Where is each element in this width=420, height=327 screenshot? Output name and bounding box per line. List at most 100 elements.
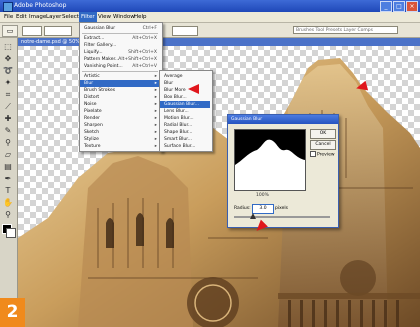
current-tool-icon[interactable]: ▭ (2, 25, 18, 37)
submenu-arrow-icon: ▸ (154, 95, 157, 100)
submenu-item[interactable]: Radial Blur... (160, 122, 210, 129)
submenu-arrow-icon: ▸ (154, 116, 157, 121)
menu-item-shortcut: Alt+Shift+Ctrl+X (118, 57, 157, 62)
minimize-button[interactable]: _ (380, 1, 392, 12)
menu-item[interactable]: Pixelate ▸ (80, 108, 160, 115)
menu-item[interactable]: Render ▸ (80, 115, 160, 122)
menu-item-label: Texture (84, 144, 101, 149)
tool-option-a[interactable] (22, 26, 42, 36)
menu-item[interactable]: Gaussian Blur Ctrl+F (80, 25, 160, 32)
submenu-item[interactable]: Shape Blur... (160, 129, 210, 136)
gaussian-blur-dialog: Gaussian Blur OK Cancel Preview 100% Rad… (227, 114, 339, 228)
submenu-item[interactable]: Lens Blur... (160, 108, 210, 115)
menu-item[interactable]: Filter Gallery... (80, 42, 160, 49)
submenu-arrow-icon: ▸ (154, 81, 157, 86)
ok-button[interactable]: OK (310, 129, 336, 139)
hand-tool-icon[interactable]: ✋ (2, 198, 14, 208)
gradient-tool-icon[interactable]: ▤ (2, 162, 14, 172)
submenu-item[interactable]: Blur (160, 80, 210, 87)
close-button[interactable]: × (406, 1, 418, 12)
menu-item[interactable]: Sketch ▸ (80, 129, 160, 136)
menu-item[interactable]: Noise ▸ (80, 101, 160, 108)
zoom-tool-icon[interactable]: ⚲ (2, 210, 14, 220)
menu-bar: File Edit Image Layer Select Filter View… (0, 12, 420, 23)
maximize-button[interactable]: □ (393, 1, 405, 12)
menu-item-label: Pattern Maker... (84, 57, 120, 62)
preview-mask-image (235, 139, 305, 190)
step-number-badge: 2 (0, 298, 25, 327)
menu-item-shortcut: Alt+Ctrl+X (132, 36, 157, 41)
submenu-item[interactable]: Surface Blur... (160, 143, 210, 150)
submenu-item-gaussian-blur[interactable]: Gaussian Blur... (160, 101, 210, 108)
tool-option-c[interactable] (172, 26, 198, 36)
filter-menu: Gaussian Blur Ctrl+F Extract... Alt+Ctrl+X… (79, 22, 163, 152)
radius-slider-thumb[interactable] (250, 213, 256, 219)
healing-brush-tool-icon[interactable]: ✚ (2, 114, 14, 124)
menu-item-blur[interactable]: Blur ▸ (80, 80, 160, 87)
palette-well[interactable]: Brushes Tool Presets Layer Comps (293, 26, 398, 34)
window-title: Adobe Photoshop (14, 2, 67, 9)
menu-item-label: Gaussian Blur (84, 26, 116, 31)
menu-item[interactable]: Brush Strokes ▸ (80, 87, 160, 94)
menu-item[interactable]: Distort ▸ (80, 94, 160, 101)
menu-item[interactable]: Artistic ▸ (80, 73, 160, 80)
toolbox: ⬚ ✥ ➰ ✦ ⌗ ⟋ ✚ ✎ ⚲ ▱ ▤ ✒ T ✋ ⚲ (0, 38, 18, 327)
submenu-item[interactable]: Motion Blur... (160, 115, 210, 122)
menu-select[interactable]: Select (60, 12, 81, 22)
slice-tool-icon[interactable]: ⟋ (2, 102, 14, 112)
brush-tool-icon[interactable]: ✎ (2, 126, 14, 136)
blur-preview[interactable] (234, 129, 306, 191)
menu-item-label: Blur (84, 81, 94, 86)
preview-zoom-level: 100% (256, 193, 269, 198)
preview-label: Preview (317, 152, 335, 158)
lasso-tool-icon[interactable]: ➰ (2, 66, 14, 76)
red-arrow-annotation-icon (188, 84, 199, 94)
menu-item-label: Render (84, 116, 101, 121)
menu-item-label: Distort (84, 95, 100, 100)
submenu-arrow-icon: ▸ (154, 144, 157, 149)
menu-help[interactable]: Help (132, 12, 149, 22)
menu-item[interactable]: Sharpen ▸ (80, 122, 160, 129)
menu-item[interactable]: Pattern Maker... Alt+Shift+Ctrl+X (80, 56, 160, 63)
menu-item[interactable]: Extract... Alt+Ctrl+X (80, 35, 160, 42)
eraser-tool-icon[interactable]: ▱ (2, 150, 14, 160)
menu-item-label: Filter Gallery... (84, 43, 117, 48)
menu-item-label: Noise (84, 102, 97, 107)
tool-option-b[interactable] (44, 26, 72, 36)
menu-item[interactable]: Stylize ▸ (80, 136, 160, 143)
submenu-item[interactable]: Box Blur... (160, 94, 210, 101)
type-tool-icon[interactable]: T (2, 186, 14, 196)
pen-tool-icon[interactable]: ✒ (2, 174, 14, 184)
menu-filter[interactable]: Filter (79, 12, 97, 22)
checkbox-icon (310, 151, 316, 157)
menu-separator (82, 71, 158, 72)
menu-item[interactable]: Liquify... Shift+Ctrl+X (80, 49, 160, 56)
submenu-item[interactable]: Average (160, 73, 210, 80)
submenu-item[interactable]: Smart Blur... (160, 136, 210, 143)
move-tool-icon[interactable]: ✥ (2, 54, 14, 64)
cancel-button[interactable]: Cancel (310, 140, 336, 150)
magic-wand-tool-icon[interactable]: ✦ (2, 78, 14, 88)
menu-item[interactable]: Texture ▸ (80, 143, 160, 150)
menu-item-label: Liquify... (84, 50, 103, 55)
background-color-swatch[interactable] (6, 228, 16, 238)
clone-stamp-tool-icon[interactable]: ⚲ (2, 138, 14, 148)
menu-item-label: Brush Strokes (84, 88, 116, 93)
menu-item-label: Stylize (84, 137, 99, 142)
menu-item[interactable]: Vanishing Point... Alt+Ctrl+V (80, 63, 160, 70)
menu-item-label: Sketch (84, 130, 100, 135)
preview-checkbox[interactable]: Preview (310, 151, 335, 159)
menu-item-label: Extract... (84, 36, 105, 41)
photoshop-logo-icon (3, 2, 13, 12)
radius-slider-track[interactable] (234, 216, 330, 218)
menu-separator (82, 33, 158, 34)
submenu-item[interactable]: Blur More (160, 87, 210, 94)
menu-item-shortcut: Alt+Ctrl+V (132, 64, 157, 69)
crop-tool-icon[interactable]: ⌗ (2, 90, 14, 100)
submenu-arrow-icon: ▸ (154, 130, 157, 135)
marquee-tool-icon[interactable]: ⬚ (2, 42, 14, 52)
menu-item-label: Pixelate (84, 109, 102, 114)
menu-item-shortcut: Ctrl+F (142, 26, 157, 31)
radius-label: Radius: (234, 206, 251, 211)
menu-item-label: Vanishing Point... (84, 64, 123, 69)
